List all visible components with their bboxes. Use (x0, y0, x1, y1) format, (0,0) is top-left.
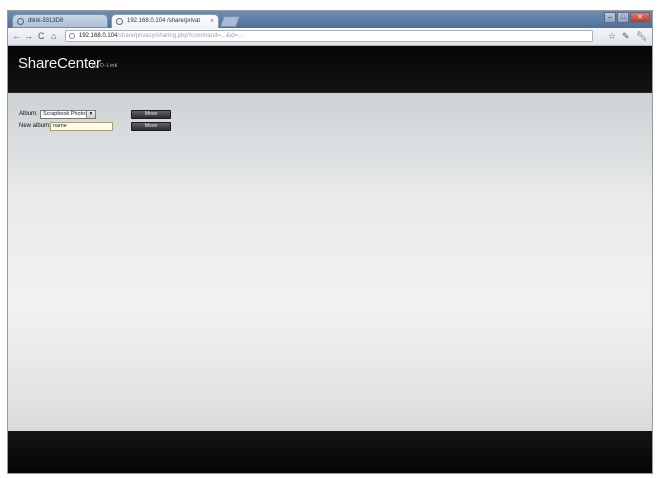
brand-logo: ShareCenter (18, 55, 101, 72)
album-selected-value: Scrapbook Photos (43, 111, 88, 117)
back-icon[interactable]: ← (12, 30, 21, 42)
tab-dlink[interactable]: dlink-3313D8 (12, 14, 108, 28)
app-header: ShareCenter by D-Link (8, 46, 652, 93)
maximize-button[interactable]: □ (617, 12, 629, 23)
tab-share[interactable]: 192.168.0.104 /share/privat × (111, 14, 219, 28)
tab-label: dlink-3313D8 (28, 18, 64, 24)
close-tab-icon[interactable]: × (210, 15, 214, 28)
address-bar[interactable]: 192.168.0.104/share/privacy/sharing.php?… (65, 30, 593, 42)
reload-icon[interactable]: C (38, 30, 45, 42)
new-album-input[interactable]: name (50, 122, 113, 131)
new-album-label: New album: (19, 123, 51, 129)
album-label: Album: (19, 111, 38, 117)
page-content: ShareCenter by D-Link Album: Scrapbook P… (8, 46, 652, 473)
home-icon[interactable]: ⌂ (51, 30, 56, 42)
chevron-down-icon: ▼ (86, 111, 95, 118)
globe-icon (17, 18, 24, 25)
pencil-icon[interactable]: ✎ (622, 30, 630, 42)
minimize-button[interactable]: – (604, 12, 616, 23)
close-window-button[interactable]: ✕ (630, 12, 650, 23)
new-tab-button[interactable] (219, 16, 241, 27)
url-path: /share/privacy/sharing.php?command=...&i… (117, 33, 244, 39)
tab-label: 192.168.0.104 /share/privat (127, 18, 201, 24)
move-button[interactable]: Move (131, 110, 171, 119)
wrench-icon[interactable]: 🔧︎ (636, 30, 647, 42)
tab-strip: dlink-3313D8 192.168.0.104 /share/privat… (8, 11, 652, 28)
globe-icon (116, 18, 123, 25)
create-button[interactable]: Move (131, 122, 171, 131)
brand-sub: by D-Link (92, 63, 118, 69)
browser-window: dlink-3313D8 192.168.0.104 /share/privat… (7, 10, 653, 474)
browser-toolbar: ← → C ⌂ 192.168.0.104/share/privacy/shar… (8, 28, 652, 46)
forward-icon[interactable]: → (24, 30, 33, 42)
album-select[interactable]: Scrapbook Photos ▼ (40, 110, 96, 119)
window-controls: – □ ✕ (604, 12, 650, 24)
page-icon (69, 33, 75, 39)
star-icon[interactable]: ☆ (608, 30, 616, 42)
url-host: 192.168.0.104 (79, 33, 118, 39)
app-footer (8, 431, 652, 473)
